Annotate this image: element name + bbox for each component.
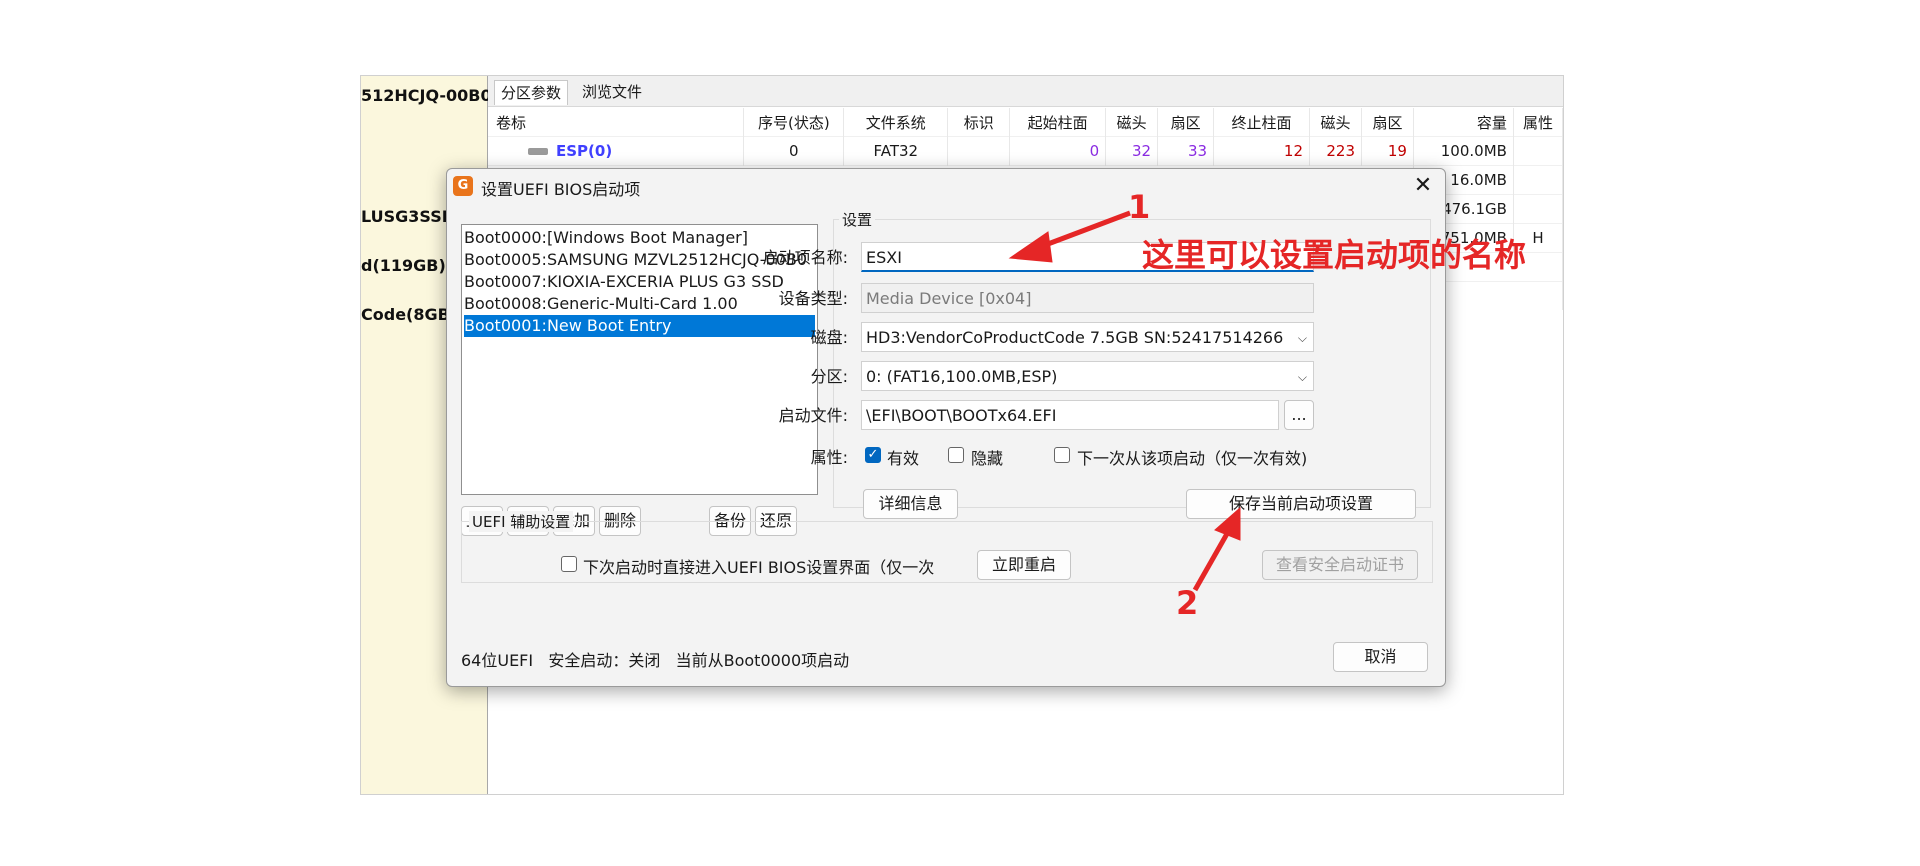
arrow-1-shaft: [1039, 210, 1131, 250]
annotation-arrows: [1008, 210, 1241, 592]
arrow-1-head: [1008, 231, 1053, 263]
arrow-2-shaft: [1192, 530, 1231, 592]
annotation-number-1: 1: [1128, 188, 1151, 226]
annotation-number-2: 2: [1176, 584, 1199, 622]
arrow-2-head: [1214, 506, 1241, 541]
annotation-text: 这里可以设置启动项的名称: [1142, 236, 1527, 274]
